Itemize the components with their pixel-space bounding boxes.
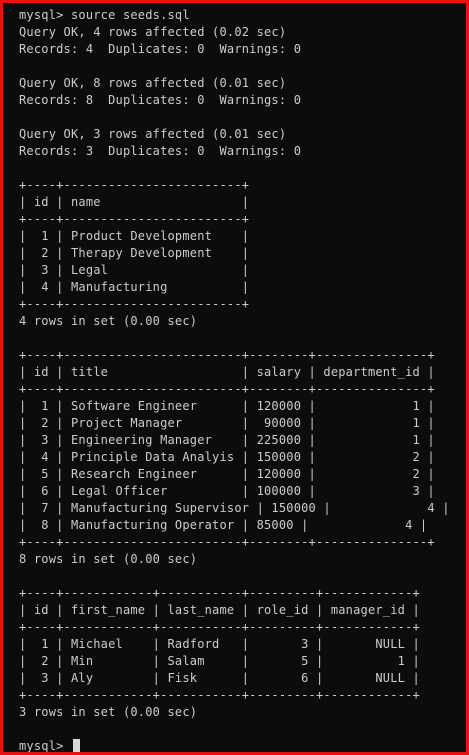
terminal-line: | 5 | Research Engineer | 120000 | 2 | [19, 467, 435, 481]
terminal-line: Query OK, 4 rows affected (0.02 sec) [19, 25, 287, 39]
terminal-line: | id | name | [19, 195, 250, 209]
terminal-line: | 4 | Manufacturing | [19, 280, 250, 294]
terminal-line: +----+------------------------+--------+… [19, 535, 435, 549]
prompt-line[interactable]: mysql> [19, 738, 450, 752]
terminal-line: +----+------------------------+--------+… [19, 382, 435, 396]
terminal-line: | 1 | Michael | Radford | 3 | NULL | [19, 637, 420, 651]
terminal-line: +----+------------------------+--------+… [19, 348, 435, 362]
prompt-text: mysql> [19, 739, 71, 752]
terminal-line: +----+------------------------+ [19, 178, 250, 192]
terminal-line: 3 rows in set (0.00 sec) [19, 705, 198, 719]
terminal-line: Records: 8 Duplicates: 0 Warnings: 0 [19, 93, 302, 107]
terminal-line: +----+------------------------+ [19, 297, 250, 311]
terminal-line: | 1 | Product Development | [19, 229, 250, 243]
terminal-line: Records: 3 Duplicates: 0 Warnings: 0 [19, 144, 302, 158]
terminal-line: | 2 | Min | Salam | 5 | 1 | [19, 654, 420, 668]
terminal-line: +----+------------+-----------+---------… [19, 620, 420, 634]
terminal-line: | 8 | Manufacturing Operator | 85000 | 4… [19, 518, 428, 532]
cursor-icon [72, 739, 80, 752]
terminal-line: +----+------------+-----------+---------… [19, 586, 420, 600]
terminal-line: Query OK, 3 rows affected (0.01 sec) [19, 127, 287, 141]
terminal-line: 8 rows in set (0.00 sec) [19, 552, 198, 566]
terminal-line: | id | first_name | last_name | role_id … [19, 603, 420, 617]
terminal-line: | 1 | Software Engineer | 120000 | 1 | [19, 399, 435, 413]
terminal-output: mysql> source seeds.sql Query OK, 4 rows … [19, 7, 450, 752]
terminal-line: mysql> source seeds.sql [19, 8, 190, 22]
terminal-line: +----+------------------------+ [19, 212, 250, 226]
terminal-line: | 4 | Principle Data Analyis | 150000 | … [19, 450, 435, 464]
terminal-line: | 3 | Aly | Fisk | 6 | NULL | [19, 671, 420, 685]
terminal-line: | 2 | Project Manager | 90000 | 1 | [19, 416, 435, 430]
terminal-line: | 2 | Therapy Development | [19, 246, 250, 260]
terminal-line: | id | title | salary | department_id | [19, 365, 435, 379]
terminal-line: +----+------------+-----------+---------… [19, 688, 420, 702]
terminal-line: | 3 | Engineering Manager | 225000 | 1 | [19, 433, 435, 447]
terminal-line: | 7 | Manufacturing Supervisor | 150000 … [19, 501, 450, 515]
terminal-line: | 6 | Legal Officer | 100000 | 3 | [19, 484, 435, 498]
terminal-line: | 3 | Legal | [19, 263, 250, 277]
terminal-line: Query OK, 8 rows affected (0.01 sec) [19, 76, 287, 90]
terminal-line: Records: 4 Duplicates: 0 Warnings: 0 [19, 42, 302, 56]
terminal-window[interactable]: mysql> source seeds.sql Query OK, 4 rows … [3, 3, 466, 752]
terminal-line: 4 rows in set (0.00 sec) [19, 314, 198, 328]
